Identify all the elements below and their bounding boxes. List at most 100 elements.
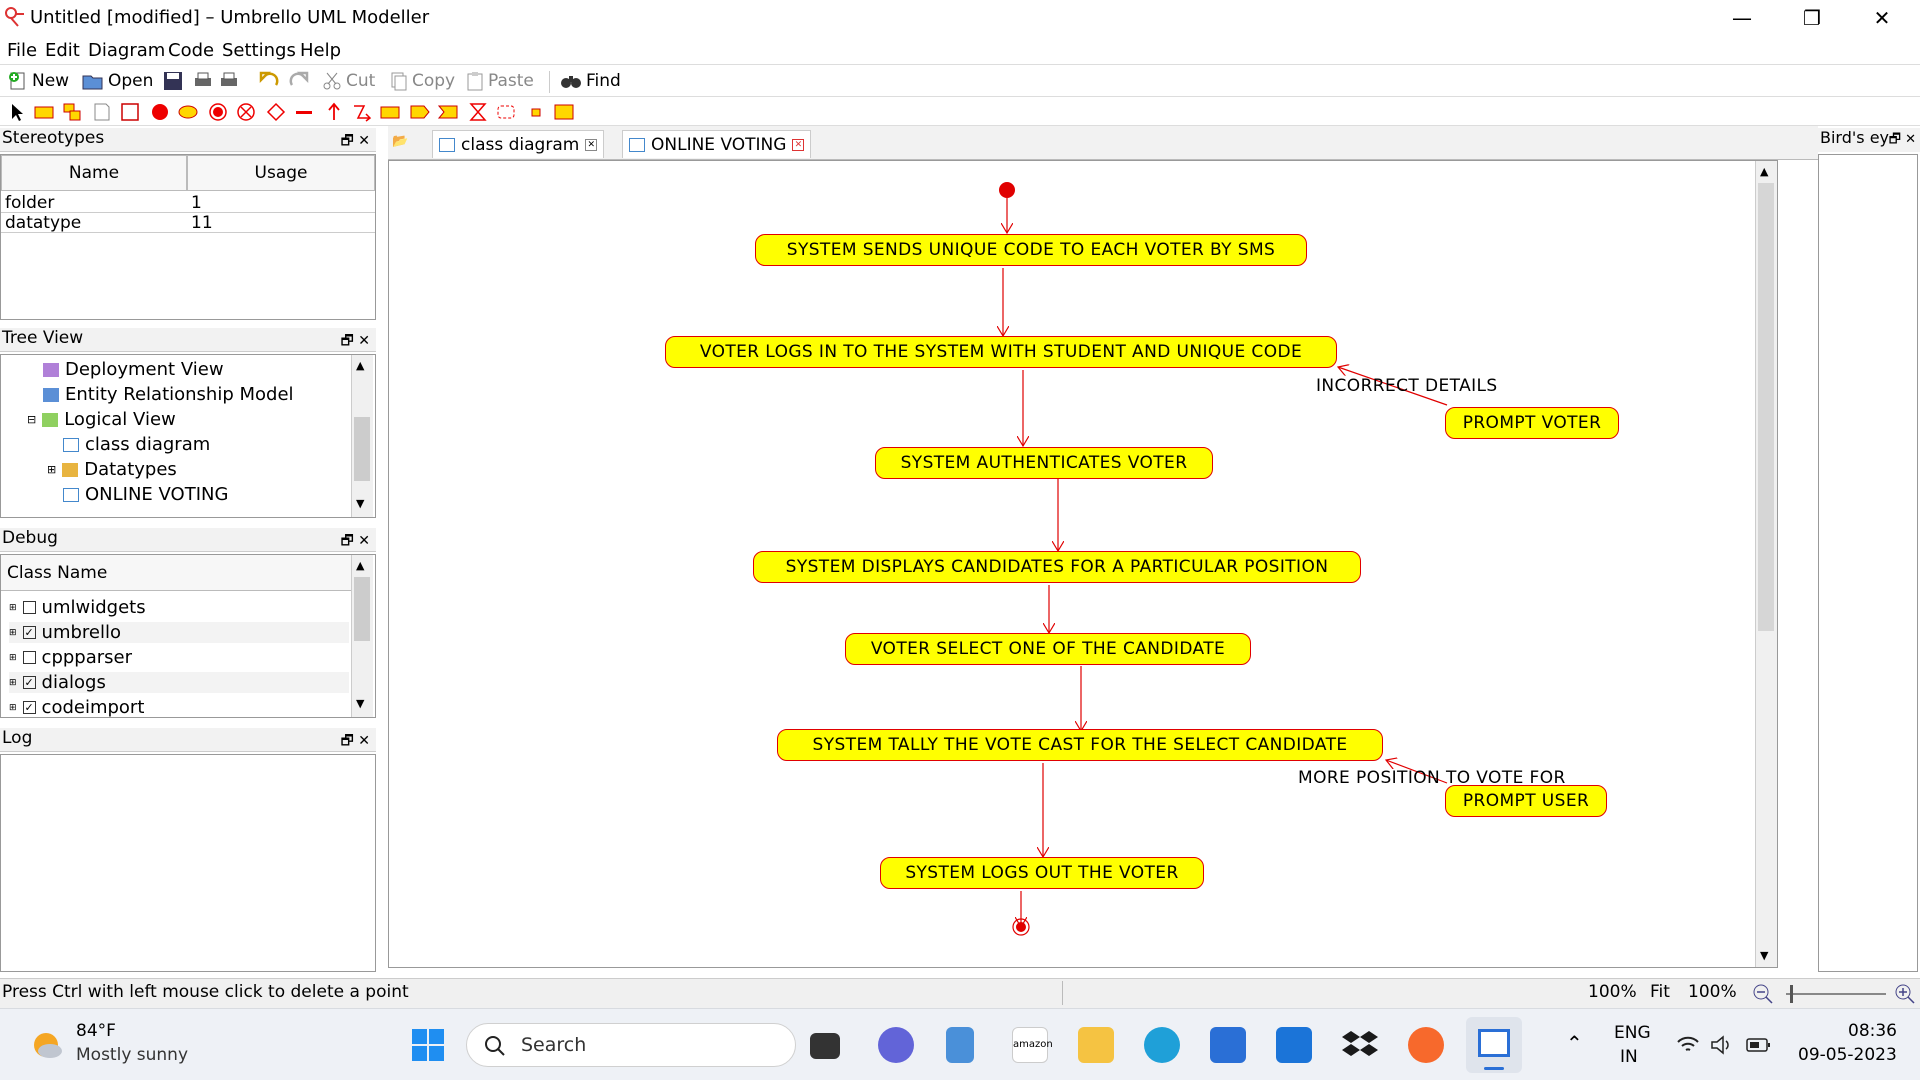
tree-item[interactable]: ⊞ Datatypes xyxy=(47,459,177,480)
new-tab-icon[interactable]: 📂 xyxy=(392,134,408,149)
box-tool-icon[interactable] xyxy=(62,102,82,122)
debug-item[interactable]: ⊞ ✓ codeimport xyxy=(9,697,144,717)
log-area[interactable] xyxy=(0,754,376,972)
exception-icon[interactable] xyxy=(352,102,372,122)
activity-node[interactable]: SYSTEM TALLY THE VOTE CAST FOR THE SELEC… xyxy=(777,729,1383,761)
decision-icon[interactable] xyxy=(266,102,286,122)
debug-item[interactable]: ⊞ umlwidgets xyxy=(9,597,146,618)
weather-sun-icon[interactable] xyxy=(28,1027,64,1063)
activity-icon[interactable] xyxy=(178,102,198,122)
tree-item[interactable]: Entity Relationship Model xyxy=(43,384,294,405)
zoom-slider-handle[interactable] xyxy=(1790,985,1793,1003)
collapse-icon[interactable]: ⊟ xyxy=(27,413,36,426)
initial-state-icon[interactable] xyxy=(150,102,170,122)
clock-date[interactable]: 09-05-2023 xyxy=(1798,1045,1897,1065)
panel-controls[interactable]: 🗗 ✕ xyxy=(341,130,370,154)
activity-node[interactable]: SYSTEM DISPLAYS CANDIDATES FOR A PARTICU… xyxy=(753,551,1361,583)
find-button[interactable]: Find xyxy=(560,69,621,93)
language-region[interactable]: IN xyxy=(1620,1047,1638,1067)
transition-icon[interactable] xyxy=(324,102,344,122)
column-header-usage[interactable]: Usage xyxy=(187,155,375,191)
fork-icon[interactable] xyxy=(294,102,314,122)
zoom-slider[interactable] xyxy=(1786,993,1886,995)
menu-settings[interactable]: Settings xyxy=(222,40,296,61)
fit-button[interactable]: Fit xyxy=(1650,982,1670,1002)
initial-node[interactable] xyxy=(999,182,1015,198)
menu-code[interactable]: Code xyxy=(168,40,214,61)
search-box[interactable]: Search xyxy=(466,1023,796,1067)
close-tab-icon[interactable]: ✕ xyxy=(585,138,598,151)
save-icon[interactable] xyxy=(163,71,183,91)
text-box-icon[interactable] xyxy=(34,102,54,122)
undo-icon[interactable] xyxy=(258,71,280,91)
debug-item[interactable]: ⊞ ✓ dialogs xyxy=(9,672,349,693)
minimize-button[interactable]: — xyxy=(1712,4,1772,32)
paste-button[interactable]: Paste xyxy=(466,69,534,93)
checkbox[interactable] xyxy=(22,651,36,664)
wifi-icon[interactable] xyxy=(1676,1035,1700,1055)
mail-icon[interactable] xyxy=(1276,1027,1312,1063)
chevron-up-icon[interactable]: ⌃ xyxy=(1566,1031,1583,1055)
activity-node[interactable]: PROMPT VOTER xyxy=(1445,407,1619,439)
menu-edit[interactable]: Edit xyxy=(45,40,80,61)
region-icon[interactable] xyxy=(496,102,516,122)
checkbox[interactable]: ✓ xyxy=(22,701,36,714)
accept-signal-icon[interactable] xyxy=(438,102,458,122)
tree-item[interactable]: class diagram xyxy=(63,434,210,455)
zoom-out-icon[interactable] xyxy=(1752,983,1774,1005)
table-row[interactable]: folder 1 xyxy=(1,193,375,213)
menu-diagram[interactable]: Diagram xyxy=(88,40,165,61)
zoom-in-icon[interactable] xyxy=(1894,983,1916,1005)
scroll-down-icon[interactable]: ▼ xyxy=(356,697,364,710)
tree-scrollbar[interactable]: ▲ ▼ xyxy=(351,355,373,517)
windows-start-icon[interactable] xyxy=(410,1027,446,1063)
class-name-header[interactable]: Class Name xyxy=(1,555,351,591)
panel-controls[interactable]: 🗗 ✕ xyxy=(1889,130,1916,152)
close-tab-icon[interactable]: ✕ xyxy=(792,138,805,151)
debug-item[interactable]: ⊞ ✓ umbrello xyxy=(9,622,349,643)
debug-scrollbar[interactable]: ▲ ▼ xyxy=(351,555,373,717)
open-button[interactable]: Open xyxy=(82,69,153,93)
scroll-up-icon[interactable]: ▲ xyxy=(1760,165,1768,178)
activity-node[interactable]: SYSTEM SENDS UNIQUE CODE TO EACH VOTER B… xyxy=(755,234,1307,266)
activity-node[interactable]: VOTER SELECT ONE OF THE CANDIDATE xyxy=(845,633,1251,665)
birds-eye-view[interactable] xyxy=(1818,154,1918,972)
menu-file[interactable]: File xyxy=(7,40,37,61)
close-button[interactable]: ✕ xyxy=(1852,4,1912,32)
scroll-up-icon[interactable]: ▲ xyxy=(356,559,364,572)
expand-icon[interactable]: ⊞ xyxy=(47,463,56,476)
activity-node[interactable]: SYSTEM AUTHENTICATES VOTER xyxy=(875,447,1213,479)
activity-node[interactable]: VOTER LOGS IN TO THE SYSTEM WITH STUDENT… xyxy=(665,336,1337,368)
activity-node[interactable]: PROMPT USER xyxy=(1445,785,1607,817)
column-header-name[interactable]: Name xyxy=(1,155,187,191)
checkbox[interactable] xyxy=(22,601,36,614)
scroll-up-icon[interactable]: ▲ xyxy=(356,359,364,372)
tree-item[interactable]: ⊟ Logical View xyxy=(27,409,176,430)
debug-item[interactable]: ⊞ cppparser xyxy=(9,647,132,668)
zoom-100-button[interactable]: 100% xyxy=(1688,982,1737,1002)
menu-help[interactable]: Help xyxy=(300,40,341,61)
clock-time[interactable]: 08:36 xyxy=(1848,1021,1897,1041)
canvas-scrollbar[interactable]: ▲ ▼ xyxy=(1755,161,1777,967)
panel-controls[interactable]: 🗗 ✕ xyxy=(341,330,370,354)
tab-online-voting[interactable]: ONLINE VOTING ✕ xyxy=(622,130,812,158)
edge-browser-icon[interactable] xyxy=(1144,1027,1180,1063)
maximize-button[interactable]: ❐ xyxy=(1782,4,1842,32)
pin-icon[interactable] xyxy=(526,102,546,122)
tree-item[interactable]: ONLINE VOTING xyxy=(63,484,228,505)
weather-desc[interactable]: Mostly sunny xyxy=(76,1045,188,1065)
send-signal-icon[interactable] xyxy=(410,102,430,122)
battery-icon[interactable] xyxy=(1746,1037,1772,1053)
copy-button[interactable]: Copy xyxy=(390,69,455,93)
speaker-icon[interactable] xyxy=(1710,1035,1734,1055)
scroll-down-icon[interactable]: ▼ xyxy=(1760,949,1768,962)
checkbox[interactable]: ✓ xyxy=(22,626,36,639)
tree-item[interactable]: Deployment View xyxy=(43,359,224,380)
activity-node[interactable]: SYSTEM LOGS OUT THE VOTER xyxy=(880,857,1204,889)
language-code[interactable]: ENG xyxy=(1614,1023,1651,1043)
scroll-thumb[interactable] xyxy=(354,417,370,481)
scroll-thumb[interactable] xyxy=(1758,183,1774,631)
print-icon[interactable] xyxy=(193,71,213,91)
microsoft-store-icon[interactable] xyxy=(1210,1027,1246,1063)
scroll-down-icon[interactable]: ▼ xyxy=(356,497,364,510)
